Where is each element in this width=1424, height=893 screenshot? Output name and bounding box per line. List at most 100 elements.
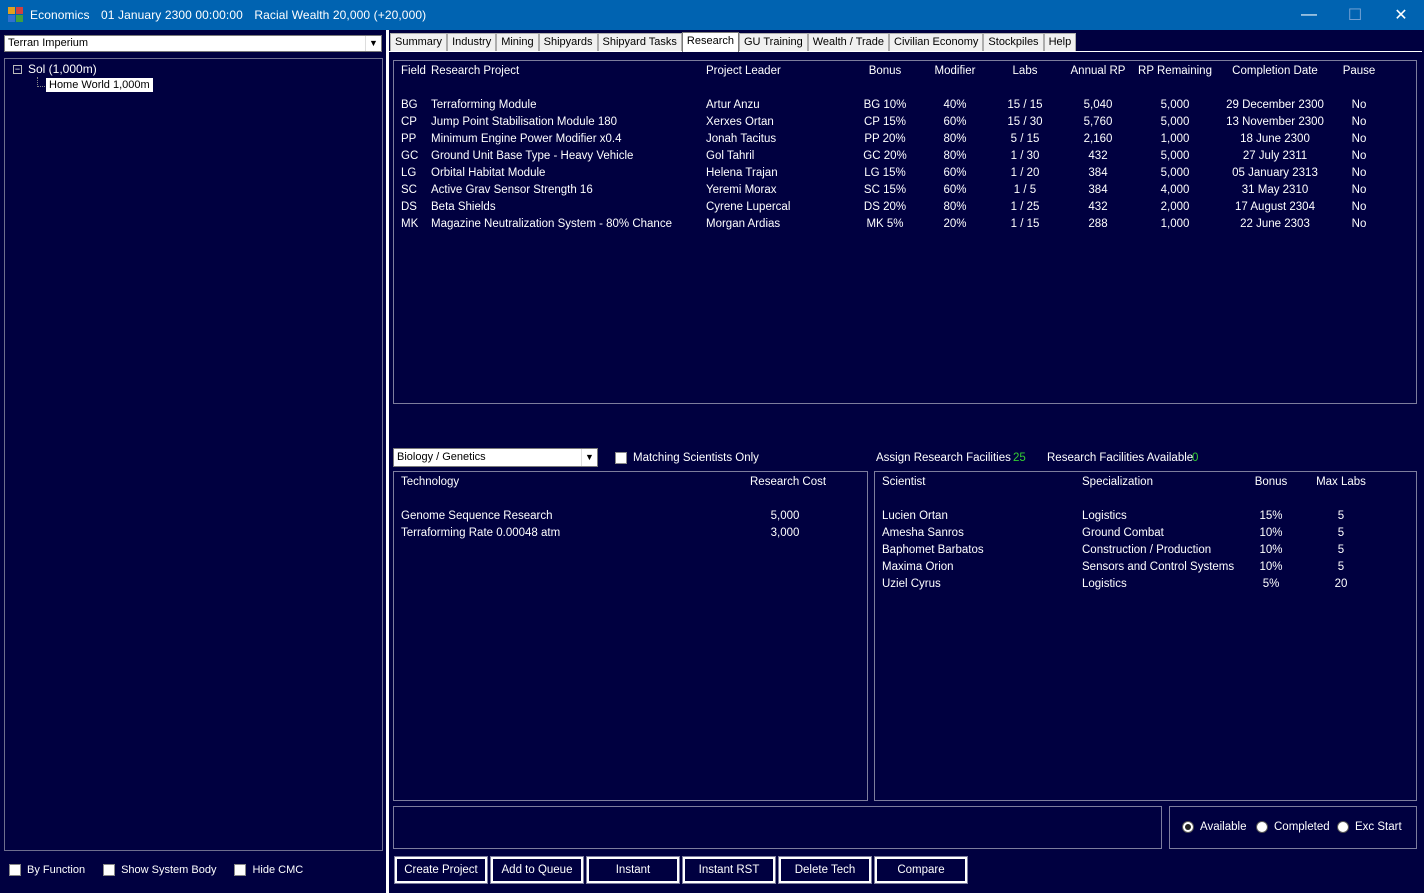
radio-completed[interactable]: Completed <box>1256 821 1330 833</box>
tab-summary[interactable]: Summary <box>390 33 448 52</box>
table-row[interactable]: DS Beta Shields Cyrene Lupercal DS 20% 80% 1 … <box>394 201 1414 218</box>
cell-leader: Cyrene Lupercal <box>706 201 791 213</box>
radio-completed-dot[interactable] <box>1256 821 1268 833</box>
cell-annual-rp: 5,760 <box>1083 116 1113 128</box>
maximize-button[interactable]: ☐ <box>1332 0 1378 30</box>
research-projects-grid[interactable]: Field Research Project Project Leader Bo… <box>393 60 1417 404</box>
col-header-pause[interactable]: Pause <box>1334 65 1384 77</box>
cell-scientist-name: Amesha Sanros <box>882 527 964 539</box>
cell-project: Active Grav Sensor Strength 16 <box>431 184 593 196</box>
col-header-bonus[interactable]: Bonus <box>855 65 915 77</box>
col-header-technology[interactable]: Technology <box>401 476 459 488</box>
tab-stockpiles[interactable]: Stockpiles <box>983 33 1044 52</box>
radio-available-dot[interactable] <box>1182 821 1194 833</box>
col-header-rp-remaining[interactable]: RP Remaining <box>1134 65 1216 77</box>
table-row[interactable]: Amesha Sanros Ground Combat 10% 5 <box>875 527 1415 544</box>
cell-leader: Yeremi Morax <box>706 184 777 196</box>
app-icon <box>8 7 24 23</box>
col-header-project[interactable]: Research Project <box>431 65 519 77</box>
tab-wealth-trade[interactable]: Wealth / Trade <box>807 33 890 52</box>
table-row[interactable]: CP Jump Point Stabilisation Module 180 Xer… <box>394 116 1414 133</box>
tree-collapse-icon[interactable]: − <box>13 65 22 74</box>
tab-shipyard-tasks[interactable]: Shipyard Tasks <box>597 33 682 52</box>
cell-bonus: DS 20% <box>863 201 907 213</box>
research-field-select[interactable]: Biology / Genetics ▼ <box>393 448 598 467</box>
create-project-button[interactable]: Create Project <box>394 856 488 884</box>
table-row[interactable]: MK Magazine Neutralization System - 80% C… <box>394 218 1414 235</box>
col-header-leader[interactable]: Project Leader <box>706 65 781 77</box>
assign-facilities-value[interactable]: 25 <box>1013 452 1026 464</box>
tab-gu-training[interactable]: GU Training <box>739 33 808 52</box>
col-header-labs[interactable]: Labs <box>995 65 1055 77</box>
cell-annual-rp: 432 <box>1088 150 1108 162</box>
cell-leader: Helena Trajan <box>706 167 778 179</box>
col-header-specialization[interactable]: Specialization <box>1082 476 1153 488</box>
instant-rst-button[interactable]: Instant RST <box>682 856 776 884</box>
matching-scientists-option[interactable]: Matching Scientists Only <box>615 452 759 464</box>
cell-scientist-max-labs: 5 <box>1337 544 1345 556</box>
col-header-sci-bonus[interactable]: Bonus <box>1246 476 1296 488</box>
chevron-down-icon[interactable]: ▼ <box>365 36 381 51</box>
radio-exc-start[interactable]: Exc Start <box>1337 821 1402 833</box>
show-system-body-checkbox[interactable] <box>103 864 116 876</box>
tab-help[interactable]: Help <box>1043 33 1077 52</box>
col-header-annual-rp[interactable]: Annual RP <box>1066 65 1130 77</box>
table-row[interactable]: GC Ground Unit Base Type - Heavy Vehicle G… <box>394 150 1414 167</box>
tree-node-body[interactable]: Home World 1,000m <box>46 78 153 92</box>
close-button[interactable]: ✕ <box>1378 0 1424 30</box>
tab-shipyards[interactable]: Shipyards <box>538 33 598 52</box>
cell-field: GC <box>401 150 419 162</box>
col-header-scientist[interactable]: Scientist <box>882 476 925 488</box>
radio-available[interactable]: Available <box>1182 821 1246 833</box>
technology-grid[interactable]: Technology Research Cost Genome Sequence… <box>393 471 868 801</box>
tab-divider <box>389 51 1422 52</box>
table-row[interactable]: Lucien Ortan Logistics 15% 5 <box>875 510 1415 527</box>
table-row[interactable]: Uziel Cyrus Logistics 5% 20 <box>875 578 1415 595</box>
left-options: By Function Show System Body Hide CMC <box>9 864 321 876</box>
add-to-queue-button[interactable]: Add to Queue <box>490 856 584 884</box>
matching-scientists-checkbox[interactable] <box>615 452 627 464</box>
table-row[interactable]: Genome Sequence Research 5,000 <box>394 510 864 527</box>
cell-scientist-bonus: 10% <box>1259 561 1283 573</box>
instant-button[interactable]: Instant <box>586 856 680 884</box>
col-header-research-cost[interactable]: Research Cost <box>750 476 826 488</box>
table-row[interactable]: BG Terraforming Module Artur Anzu BG 10% 40%… <box>394 99 1414 116</box>
cell-bonus: LG 15% <box>864 167 906 179</box>
empire-select[interactable]: Terran Imperium ▼ <box>4 35 382 52</box>
table-row[interactable]: Baphomet Barbatos Construction / Producti… <box>875 544 1415 561</box>
tab-industry[interactable]: Industry <box>447 33 497 52</box>
table-row[interactable]: PP Minimum Engine Power Modifier x0.4 Jona… <box>394 133 1414 150</box>
cell-labs: 1 / 15 <box>1010 218 1040 230</box>
tab-mining[interactable]: Mining <box>496 33 539 52</box>
minimize-button[interactable]: — <box>1286 0 1332 30</box>
delete-tech-button[interactable]: Delete Tech <box>778 856 872 884</box>
cell-scientist-bonus: 10% <box>1259 527 1283 539</box>
table-row[interactable]: LG Orbital Habitat Module Helena Trajan LG … <box>394 167 1414 184</box>
col-header-max-labs[interactable]: Max Labs <box>1311 476 1371 488</box>
cell-field: DS <box>401 201 417 213</box>
table-row[interactable]: Maxima Orion Sensors and Control Systems 1… <box>875 561 1415 578</box>
cell-pause: No <box>1351 116 1367 128</box>
cell-rp-remaining: 4,000 <box>1160 184 1190 196</box>
compare-button[interactable]: Compare <box>874 856 968 884</box>
cell-rp-remaining: 1,000 <box>1160 218 1190 230</box>
panel-splitter[interactable] <box>386 30 389 893</box>
hide-cmc-checkbox[interactable] <box>234 864 247 876</box>
by-function-checkbox[interactable] <box>9 864 21 876</box>
cell-scientist-bonus: 5% <box>1262 578 1280 590</box>
cell-annual-rp: 288 <box>1088 218 1108 230</box>
table-row[interactable]: SC Active Grav Sensor Strength 16 Yeremi M… <box>394 184 1414 201</box>
table-row[interactable]: Terraforming Rate 0.00048 atm 3,000 <box>394 527 864 544</box>
col-header-modifier[interactable]: Modifier <box>925 65 985 77</box>
tab-civilian-economy[interactable]: Civilian Economy <box>889 33 984 52</box>
col-header-completion[interactable]: Completion Date <box>1222 65 1328 77</box>
radio-exc-start-dot[interactable] <box>1337 821 1349 833</box>
cell-modifier: 80% <box>943 150 967 162</box>
chevron-down-icon[interactable]: ▼ <box>581 449 597 466</box>
cell-pause: No <box>1351 201 1367 213</box>
scientists-grid[interactable]: Scientist Specialization Bonus Max Labs … <box>874 471 1417 801</box>
tab-research[interactable]: Research <box>681 32 739 52</box>
col-header-field[interactable]: Field <box>401 65 426 77</box>
tree-node-system[interactable]: Sol (1,000m) <box>28 62 97 76</box>
empire-select-value: Terran Imperium <box>8 37 89 49</box>
